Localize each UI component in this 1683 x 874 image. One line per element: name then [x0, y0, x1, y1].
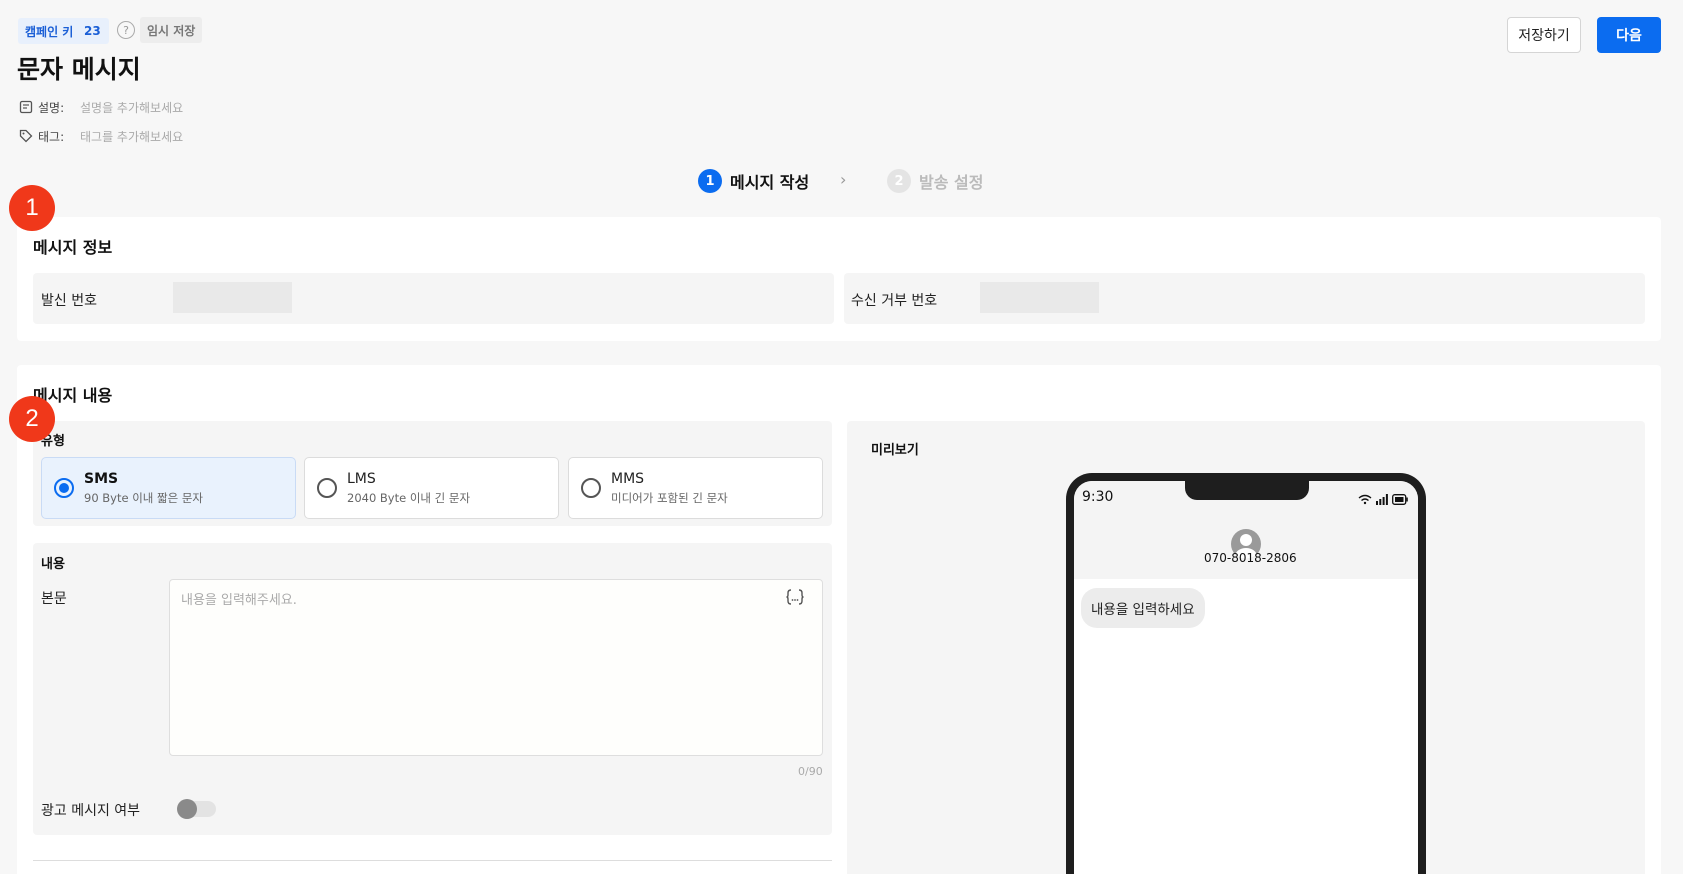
- save-button[interactable]: 저장하기: [1507, 17, 1581, 53]
- draft-status-badge: 임시 저장: [140, 17, 203, 43]
- byte-counter: 0/90: [798, 765, 823, 778]
- step-label: 발송 설정: [919, 173, 984, 192]
- message-bubble: 내용을 입력하세요: [1081, 588, 1205, 628]
- next-button[interactable]: 다음: [1597, 17, 1661, 53]
- sender-number-select[interactable]: [173, 282, 292, 313]
- sender-number-label: 발신 번호: [41, 293, 97, 309]
- sender-number-row: [33, 273, 834, 324]
- help-icon[interactable]: ?: [117, 21, 135, 39]
- variable-icon[interactable]: [786, 588, 804, 610]
- tag-row: 태그: 태그를 추가해보세요: [18, 127, 183, 145]
- annotation-marker: 1: [9, 185, 55, 231]
- body-label: 본문: [41, 591, 67, 607]
- campaign-key-badge: 캠페인 키 23: [18, 18, 109, 44]
- chevron-right-icon: ›: [840, 170, 847, 189]
- toggle-knob: [177, 799, 197, 819]
- battery-icon: [1392, 490, 1408, 509]
- type-description: 90 Byte 이내 짧은 문자: [84, 490, 204, 505]
- wifi-icon: [1358, 490, 1372, 509]
- tag-icon: [18, 128, 34, 144]
- ad-message-label: 광고 메시지 여부: [41, 803, 141, 819]
- tag-input[interactable]: 태그를 추가해보세요: [80, 128, 183, 145]
- type-name: MMS: [611, 470, 645, 487]
- body-placeholder: 내용을 입력해주세요.: [181, 593, 297, 608]
- type-description: 미디어가 포함된 긴 문자: [611, 490, 728, 505]
- type-option-lms[interactable]: LMS 2040 Byte 이내 긴 문자: [304, 457, 559, 519]
- status-time: 9:30: [1082, 489, 1114, 505]
- type-option-sms[interactable]: SMS 90 Byte 이내 짧은 문자: [41, 457, 296, 519]
- content-label: 내용: [41, 557, 65, 572]
- description-row: 설명: 설명을 추가해보세요: [18, 98, 183, 116]
- page-title[interactable]: 문자 메시지: [17, 50, 141, 86]
- phone-notch: [1185, 478, 1309, 500]
- ad-message-toggle[interactable]: [177, 799, 216, 819]
- signal-icon: [1376, 490, 1388, 509]
- reject-number-label: 수신 거부 번호: [851, 293, 938, 309]
- radio-button[interactable]: [581, 478, 601, 498]
- radio-button[interactable]: [54, 478, 74, 498]
- step-number: 2: [887, 169, 911, 193]
- divider: [33, 860, 832, 861]
- campaign-key-value: 23: [84, 24, 101, 38]
- type-option-mms[interactable]: MMS 미디어가 포함된 긴 문자: [568, 457, 823, 519]
- step-send-settings[interactable]: 2 발송 설정: [887, 168, 983, 194]
- step-number: 1: [698, 169, 722, 193]
- type-name: LMS: [347, 470, 376, 487]
- step-compose[interactable]: 1 메시지 작성: [698, 168, 809, 194]
- note-icon: [18, 99, 34, 115]
- description-label: 설명:: [38, 100, 65, 115]
- type-name: SMS: [84, 470, 119, 487]
- preview-phone-number: 070-8018-2806: [1204, 551, 1297, 565]
- radio-button[interactable]: [317, 478, 337, 498]
- reject-number-row: [844, 273, 1645, 324]
- campaign-key-label: 캠페인 키: [25, 24, 74, 39]
- description-input[interactable]: 설명을 추가해보세요: [80, 99, 183, 116]
- message-info-title: 메시지 정보: [33, 238, 113, 257]
- reject-number-select[interactable]: [980, 282, 1099, 313]
- tag-label: 태그:: [38, 129, 65, 144]
- step-label: 메시지 작성: [730, 173, 810, 192]
- type-description: 2040 Byte 이내 긴 문자: [347, 490, 471, 505]
- status-icons: [1358, 490, 1408, 509]
- annotation-marker: 2: [9, 396, 55, 442]
- preview-title: 미리보기: [871, 443, 919, 458]
